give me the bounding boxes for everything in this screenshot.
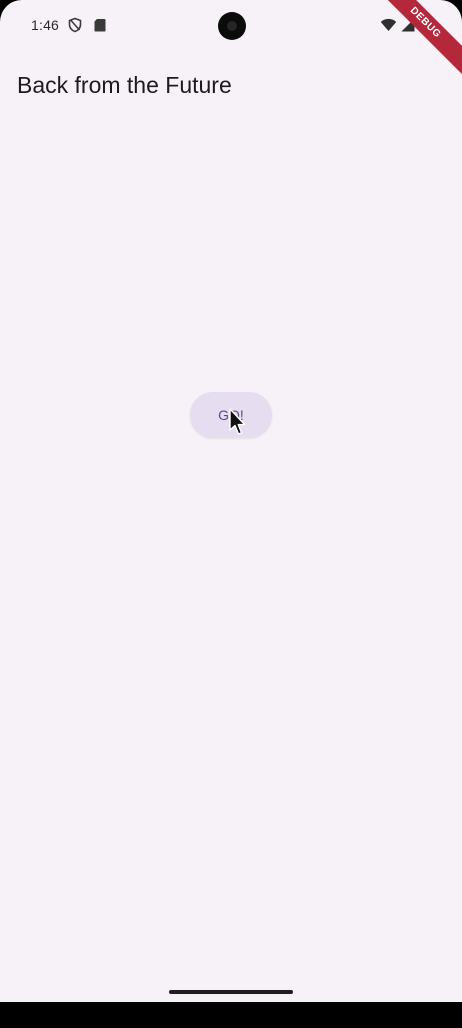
device-screen: 1:46 DEBUG Back from the Future GO!	[0, 0, 462, 1028]
status-time: 1:46	[31, 17, 60, 33]
gesture-nav-handle[interactable]	[169, 990, 293, 994]
sd-card-icon	[94, 19, 106, 32]
mouse-pointer-icon	[229, 408, 246, 435]
app-bar: Back from the Future	[0, 52, 462, 116]
wifi-icon	[380, 18, 397, 31]
front-camera	[218, 12, 246, 40]
page-title: Back from the Future	[17, 72, 232, 98]
status-bar: 1:46 DEBUG	[0, 0, 462, 84]
vpn-shield-icon	[68, 17, 82, 33]
navigation-bar	[0, 1002, 462, 1028]
